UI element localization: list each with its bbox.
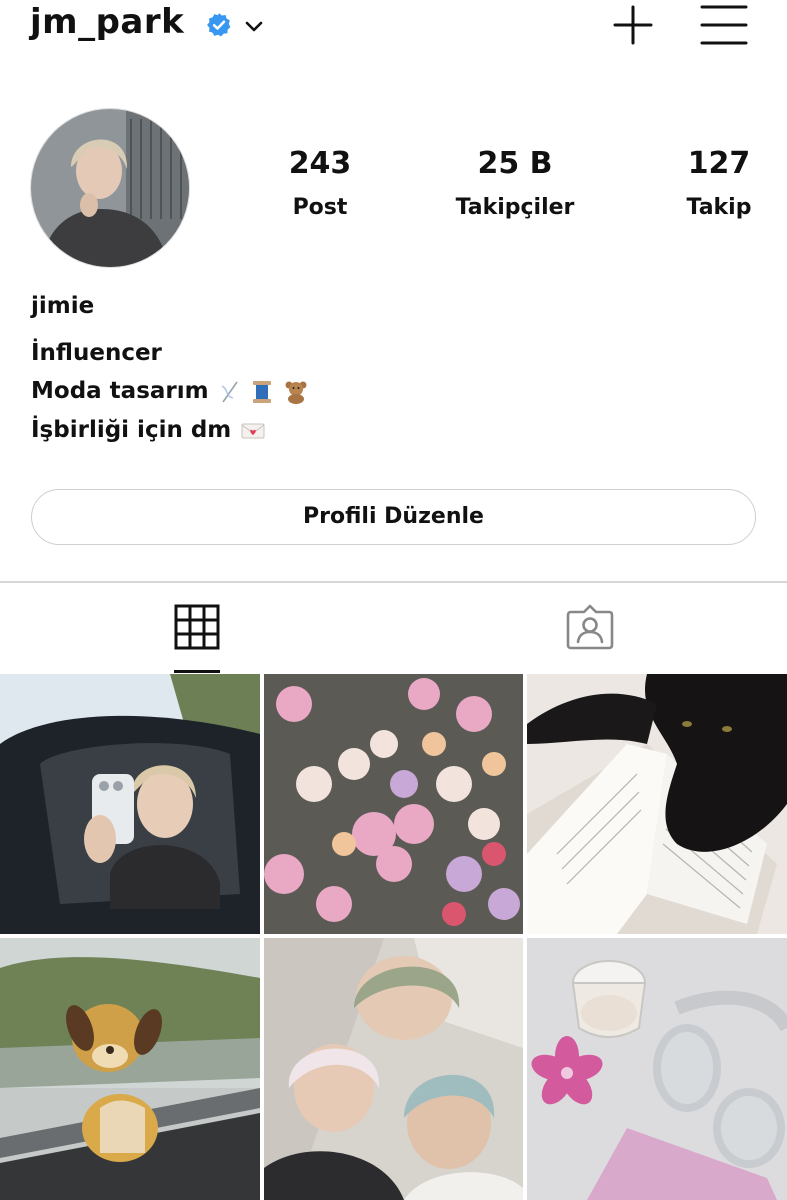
plus-icon[interactable] xyxy=(612,4,654,46)
display-name: jimie xyxy=(31,293,95,319)
bio-line-2: Moda tasarım xyxy=(31,378,309,404)
stat-posts[interactable]: 243 Post xyxy=(260,146,380,220)
top-bar: jm_park xyxy=(0,0,787,52)
tabs-divider xyxy=(0,581,787,583)
thread-needle-icon xyxy=(221,381,238,402)
post-tile-plush-train-window[interactable] xyxy=(0,938,260,1200)
post-tile-flowers[interactable] xyxy=(264,674,523,934)
following-count: 127 xyxy=(687,146,751,181)
post-grid xyxy=(0,674,787,1200)
grid-icon[interactable] xyxy=(174,604,220,650)
posts-label: Post xyxy=(292,195,348,220)
post-tile-black-cat-book[interactable] xyxy=(527,674,787,934)
bio-line-1: İnfluencer xyxy=(31,340,162,366)
bio-line-3: İşbirliği için dm xyxy=(31,417,265,443)
post-tile-group-selfie[interactable] xyxy=(264,938,523,1200)
stat-following[interactable]: 127 Takip xyxy=(670,146,768,220)
tagged-person-icon[interactable] xyxy=(566,604,614,650)
chevron-down-icon[interactable] xyxy=(244,16,264,36)
username-title[interactable]: jm_park xyxy=(30,2,184,42)
teddy-bear-icon xyxy=(285,381,307,404)
bio-line-2-text: Moda tasarım xyxy=(31,378,209,404)
edit-profile-button[interactable]: Profili Düzenle xyxy=(31,489,756,545)
stat-followers[interactable]: 25 B Takipçiler xyxy=(440,146,590,220)
verified-badge-icon xyxy=(207,13,231,37)
followers-label: Takipçiler xyxy=(455,195,575,220)
active-tab-indicator xyxy=(174,670,220,673)
avatar[interactable] xyxy=(30,108,190,268)
post-tile-car-selfie[interactable] xyxy=(0,674,260,934)
spool-icon xyxy=(252,380,271,403)
post-tile-headphones-drink[interactable] xyxy=(527,938,787,1200)
bio-line-3-text: İşbirliği için dm xyxy=(31,417,232,443)
following-label: Takip xyxy=(686,195,752,220)
avatar-photo xyxy=(31,109,189,267)
posts-count: 243 xyxy=(288,146,352,181)
hamburger-menu-icon[interactable] xyxy=(700,4,748,46)
followers-count: 25 B xyxy=(477,146,553,181)
love-letter-icon xyxy=(241,423,265,438)
